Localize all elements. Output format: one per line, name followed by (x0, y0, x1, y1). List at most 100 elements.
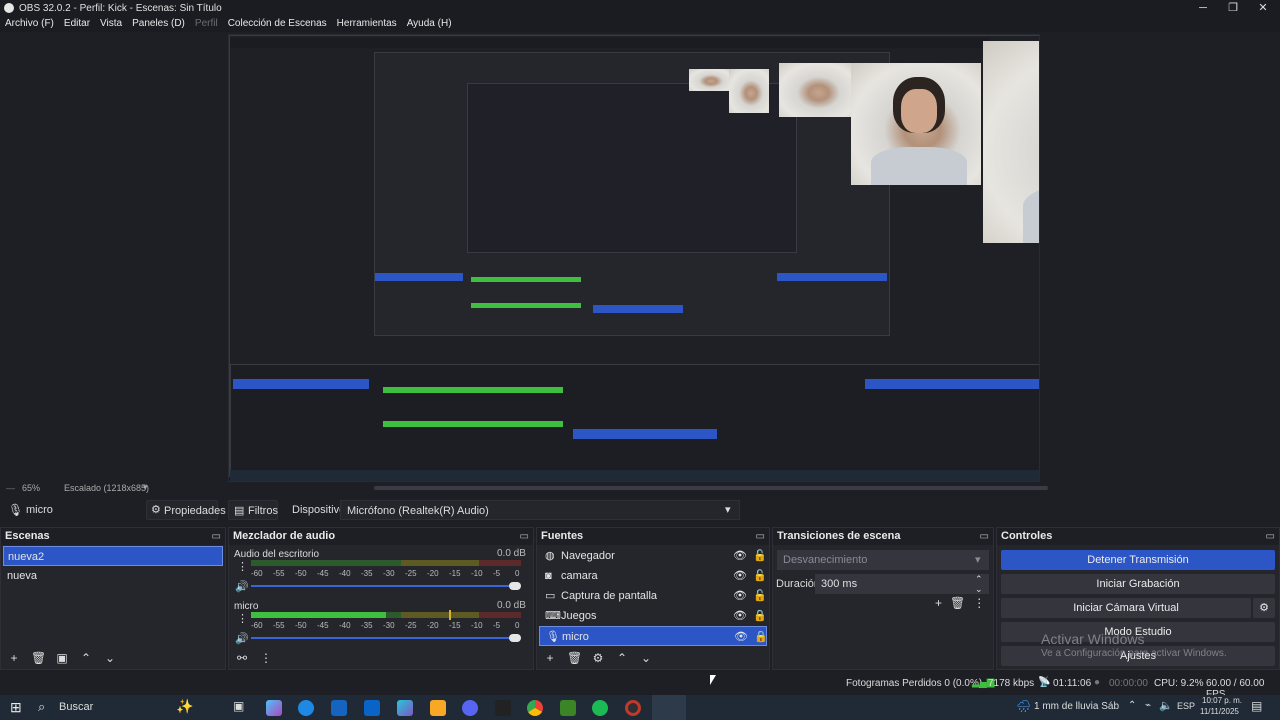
properties-button[interactable]: ⚙ Propiedades (146, 500, 226, 520)
link-icon[interactable]: ⚯ (235, 651, 249, 665)
obs-icon[interactable] (625, 700, 641, 716)
volume-knob-desktop[interactable] (509, 582, 521, 590)
trash-icon[interactable]: 🗑 (31, 651, 46, 665)
trash-icon[interactable]: 🗑 (567, 651, 582, 665)
arrow-down-icon[interactable]: ⌄ (103, 651, 117, 665)
menu-vista[interactable]: Vista (95, 16, 127, 32)
menu-perfil[interactable]: Perfil (190, 16, 223, 32)
speaker-icon[interactable]: 🔊 (235, 632, 249, 645)
stop-stream-button[interactable]: Detener Transmisión (1001, 550, 1275, 570)
menu-paneles[interactable]: Paneles (D) (127, 16, 190, 32)
maximize-button[interactable]: ❐ (1218, 0, 1248, 16)
eye-icon[interactable]: 👁 (734, 627, 748, 647)
scene-item-nueva[interactable]: nueva (3, 566, 223, 586)
menu-herramientas[interactable]: Herramientas (332, 16, 402, 32)
preview-scrollbar[interactable] (374, 486, 1048, 490)
unlock-icon[interactable]: 🔓 (753, 566, 767, 586)
add-icon[interactable]: + (7, 651, 21, 665)
activate-windows-subtitle: Ve a Configuración para activar Windows. (1041, 648, 1227, 659)
spotify-icon[interactable] (592, 700, 608, 716)
gear-icon[interactable]: ⚙ (591, 651, 605, 665)
minecraft-icon[interactable] (560, 700, 576, 716)
filters-button[interactable]: ▤ Filtros (228, 500, 278, 520)
preview-canvas[interactable] (228, 34, 1040, 482)
arrow-up-icon[interactable]: ⌃ (615, 651, 629, 665)
file-explorer-icon[interactable] (430, 700, 446, 716)
search-icon[interactable]: ⌕ (38, 699, 45, 715)
undock-icon[interactable]: ▭ (1266, 528, 1275, 545)
menu-coleccion-escenas[interactable]: Colección de Escenas (223, 16, 332, 32)
undock-icon[interactable]: ▭ (212, 528, 221, 545)
sources-header: Fuentes ▭ (537, 528, 769, 545)
start-recording-button[interactable]: Iniciar Grabación (1001, 574, 1275, 594)
undock-icon[interactable]: ▭ (520, 528, 529, 545)
chrome-icon[interactable] (527, 700, 543, 716)
close-button[interactable]: ✕ (1248, 0, 1278, 16)
source-item-captura[interactable]: ▭ Captura de pantalla 👁 🔓 (539, 586, 767, 606)
transition-select[interactable]: Desvanecimiento ▾ (777, 550, 989, 570)
eye-icon[interactable]: 👁 (733, 566, 747, 586)
clock-date[interactable]: 11/11/2025 (1200, 707, 1239, 716)
unlock-icon[interactable]: 🔓 (753, 546, 767, 566)
edge-icon[interactable] (298, 700, 314, 716)
source-item-micro[interactable]: 🎙 micro 👁 🔒 (539, 626, 768, 647)
notifications-icon[interactable]: ▤ (1251, 699, 1262, 713)
language-indicator[interactable]: ESP (1177, 701, 1195, 711)
chevron-up-icon[interactable]: ⌃ (1128, 700, 1136, 711)
taskbar-search[interactable]: Buscar (59, 701, 93, 713)
discord-icon[interactable] (462, 700, 478, 716)
sparkle-icon[interactable]: ✨ (176, 698, 193, 715)
zoom-level[interactable]: 65% (22, 483, 40, 493)
clock-time[interactable]: 10:07 p. m. (1202, 696, 1242, 705)
volume-slider-desktop[interactable] (251, 585, 513, 587)
nested-meter-1 (471, 277, 581, 282)
source-item-navegador[interactable]: ◍ Navegador 👁 🔓 (539, 546, 767, 566)
menu-archivo[interactable]: Archivo (F) (0, 16, 59, 32)
copilot-icon[interactable] (266, 700, 282, 716)
minimize-button[interactable]: ─ (1188, 0, 1218, 16)
more-vertical-icon[interactable]: ⋮ (973, 596, 985, 610)
lock-icon[interactable]: 🔒 (754, 627, 768, 647)
arrow-up-icon[interactable]: ⌃ (79, 651, 93, 665)
record-time: 00:00:00 (1109, 678, 1148, 689)
more-vertical-icon[interactable]: ⋮ (237, 612, 248, 625)
chevron-down-icon[interactable]: ▾ (143, 482, 148, 493)
add-icon[interactable]: + (935, 596, 942, 610)
speaker-icon[interactable]: 🔊 (235, 580, 249, 593)
source-item-camara[interactable]: ◙ camara 👁 🔓 (539, 566, 767, 586)
more-vertical-icon[interactable]: ⋮ (259, 651, 273, 665)
duration-input[interactable]: 300 ms ⌃ ⌄ (815, 574, 989, 594)
virtual-camera-button[interactable]: Iniciar Cámara Virtual (1001, 598, 1251, 618)
store-icon[interactable] (331, 700, 347, 716)
outlook-icon[interactable] (364, 700, 380, 716)
volume-knob-micro[interactable] (509, 634, 521, 642)
source-item-juegos[interactable]: ⌨ Juegos 👁 🔒 (539, 606, 767, 626)
eye-icon[interactable]: 👁 (733, 586, 747, 606)
eye-icon[interactable]: 👁 (733, 606, 747, 626)
arrow-down-icon[interactable]: ⌄ (639, 651, 653, 665)
volume-slider-micro[interactable] (251, 637, 513, 639)
unlock-icon[interactable]: 🔓 (753, 586, 767, 606)
scaled-resolution[interactable]: Escalado (1218x685) (64, 483, 149, 493)
nested-docks-stream-button (865, 379, 1039, 389)
menu-editar[interactable]: Editar (59, 16, 95, 32)
windows-start-icon[interactable]: ⊞ (10, 699, 22, 716)
virtual-camera-settings-button[interactable]: ⚙ (1253, 598, 1275, 618)
menu-ayuda[interactable]: Ayuda (H) (402, 16, 457, 32)
lock-icon[interactable]: 🔒 (753, 606, 767, 626)
scene-filter-icon[interactable]: ▣ (55, 651, 69, 665)
volume-icon[interactable]: 🔈 (1159, 699, 1173, 712)
network-icon[interactable]: ⌁ (1145, 700, 1151, 711)
undock-icon[interactable]: ▭ (756, 528, 765, 545)
weather-text[interactable]: 1 mm de lluvia Sáb (1034, 701, 1119, 712)
eye-icon[interactable]: 👁 (733, 546, 747, 566)
epic-games-icon[interactable] (495, 700, 511, 716)
more-vertical-icon[interactable]: ⋮ (237, 560, 248, 573)
scene-item-nueva2[interactable]: nueva2 (3, 546, 223, 566)
add-icon[interactable]: + (543, 651, 557, 665)
task-view-icon[interactable]: ▣ (233, 699, 244, 713)
trash-icon[interactable]: 🗑 (950, 596, 965, 610)
device-select[interactable]: Micrófono (Realtek(R) Audio) ▾ (340, 500, 740, 520)
undock-icon[interactable]: ▭ (980, 528, 989, 545)
photos-icon[interactable] (397, 700, 413, 716)
